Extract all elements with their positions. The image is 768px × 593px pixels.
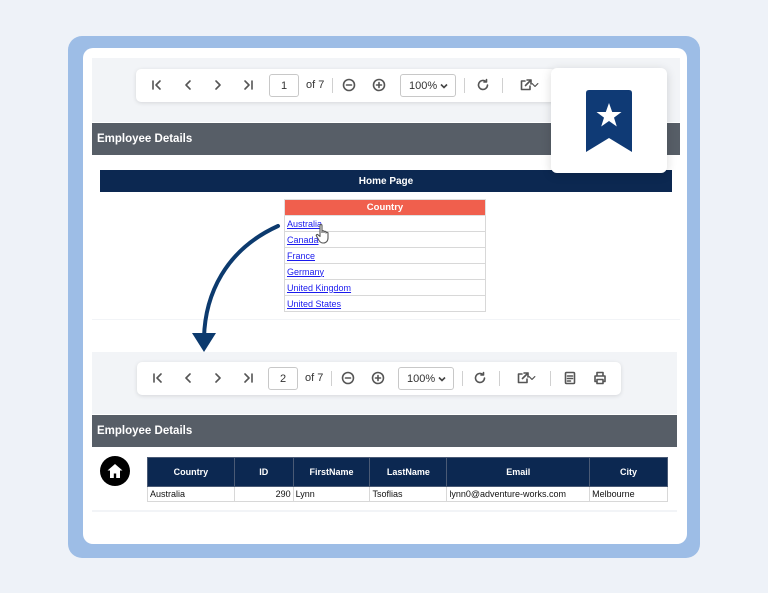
print-layout-icon	[564, 371, 576, 385]
viewer-toolbar-bottom: 2 of 7 100%	[137, 362, 621, 395]
bookmark-card	[551, 68, 667, 173]
last-page-icon	[244, 80, 253, 90]
refresh-icon	[474, 371, 486, 384]
zoom-value: 100%	[407, 372, 436, 385]
home-icon	[107, 464, 123, 478]
chevron-down-icon	[531, 83, 539, 87]
export-dropdown[interactable]	[528, 73, 542, 97]
zoom-in-icon	[371, 371, 385, 385]
table-row: United States	[284, 295, 486, 312]
prev-page-button[interactable]	[176, 366, 200, 390]
page-number-input[interactable]: 1	[269, 74, 299, 97]
zoom-in-icon	[372, 78, 386, 92]
next-page-button[interactable]	[206, 366, 230, 390]
refresh-button[interactable]	[471, 73, 495, 97]
refresh-button[interactable]	[468, 366, 492, 390]
first-page-button[interactable]	[145, 73, 169, 97]
chevron-down-icon	[437, 374, 447, 384]
toolbar-separator	[464, 78, 465, 93]
cell-city: Melbourne	[589, 486, 668, 502]
last-page-button[interactable]	[236, 366, 260, 390]
cell-email: lynn0@adventure-works.com	[446, 486, 591, 502]
toolbar-separator	[502, 78, 503, 93]
next-page-icon	[215, 80, 221, 90]
column-header: LastName	[369, 457, 448, 487]
cell-id: 290	[233, 486, 294, 502]
cell-lastname: Tsoflias	[369, 486, 448, 502]
next-page-icon	[215, 373, 221, 383]
page-count-label: of 7	[305, 372, 324, 384]
print-layout-button[interactable]	[558, 366, 582, 390]
toolbar-separator	[332, 78, 333, 93]
zoom-in-button[interactable]	[367, 73, 391, 97]
cell-country: Australia	[147, 486, 235, 502]
column-header: Country	[147, 457, 235, 487]
section-header-bottom: Employee Details	[92, 415, 677, 447]
table-row: France	[284, 247, 486, 264]
cell-firstname: Lynn	[292, 486, 371, 502]
column-header: City	[589, 457, 668, 487]
last-page-icon	[244, 373, 253, 383]
print-button[interactable]	[588, 366, 612, 390]
zoom-out-button[interactable]	[337, 73, 361, 97]
zoom-select[interactable]: 100%	[398, 367, 454, 390]
table-row: Australia 290 Lynn Tsoflias lynn0@advent…	[147, 486, 668, 502]
export-dropdown[interactable]	[525, 366, 539, 390]
home-button[interactable]	[100, 456, 130, 486]
zoom-out-button[interactable]	[336, 366, 360, 390]
country-table: Country Australia Canada France Germany …	[284, 199, 486, 312]
prev-page-icon	[185, 373, 191, 383]
zoom-out-icon	[342, 78, 356, 92]
zoom-value: 100%	[409, 79, 438, 92]
first-page-button[interactable]	[146, 366, 170, 390]
toolbar-separator	[499, 371, 500, 386]
zoom-in-button[interactable]	[366, 366, 390, 390]
hand-cursor-icon	[315, 224, 329, 244]
first-page-icon	[153, 373, 162, 383]
table-row: United Kingdom	[284, 279, 486, 296]
table-row: Germany	[284, 263, 486, 280]
country-header: Country	[284, 199, 486, 216]
home-page-bar: Home Page	[100, 170, 672, 192]
print-icon	[594, 371, 606, 385]
bookmark-star-icon	[586, 89, 632, 152]
column-header: FirstName	[292, 457, 371, 487]
chevron-down-icon	[439, 81, 449, 91]
navigation-arrow	[192, 224, 280, 352]
country-link-united-kingdom[interactable]: United Kingdom	[287, 283, 351, 293]
viewer-toolbar-top: 1 of 7 100%	[136, 69, 556, 102]
page-number-input[interactable]: 2	[268, 367, 298, 390]
chevron-down-icon	[528, 376, 536, 380]
country-link-germany[interactable]: Germany	[287, 267, 324, 277]
column-header: ID	[233, 457, 294, 487]
toolbar-separator	[550, 371, 551, 386]
column-header: Email	[446, 457, 591, 487]
employee-table: Country ID FirstName LastName Email City…	[147, 457, 668, 502]
country-link-united-states[interactable]: United States	[287, 299, 341, 309]
toolbar-separator	[462, 371, 463, 386]
toolbar-separator	[331, 371, 332, 386]
zoom-select[interactable]: 100%	[400, 74, 456, 97]
refresh-icon	[477, 78, 489, 91]
prev-page-icon	[185, 80, 191, 90]
next-page-button[interactable]	[206, 73, 230, 97]
first-page-icon	[152, 80, 161, 90]
prev-page-button[interactable]	[176, 73, 200, 97]
country-link-france[interactable]: France	[287, 251, 315, 261]
last-page-button[interactable]	[236, 73, 260, 97]
zoom-out-icon	[341, 371, 355, 385]
page-count-label: of 7	[306, 79, 325, 91]
